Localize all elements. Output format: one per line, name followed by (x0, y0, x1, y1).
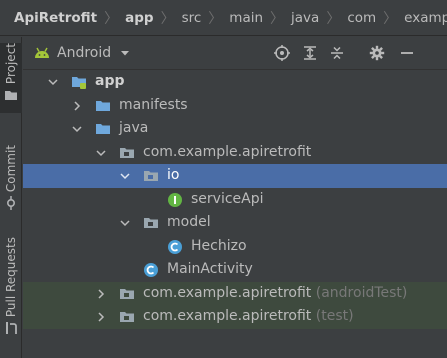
hide-icon[interactable] (399, 45, 415, 61)
tree-node-app[interactable]: app (23, 70, 447, 94)
package-icon (120, 147, 134, 158)
breadcrumb-item-app[interactable]: app (125, 10, 153, 26)
source-set-suffix: (test) (315, 308, 354, 324)
package-icon (120, 288, 134, 299)
package-name: com.example.apiretrofit (143, 284, 312, 301)
folder-icon (96, 124, 110, 134)
chevron-down-icon[interactable] (119, 217, 131, 229)
breadcrumb-separator: 〉 (383, 10, 398, 27)
tab-commit-label: Commit (4, 145, 18, 193)
class-icon (144, 263, 158, 277)
breadcrumb-separator: 〉 (270, 10, 285, 27)
chevron-down-icon[interactable] (71, 123, 83, 135)
package-icon (120, 312, 134, 322)
pull-request-icon (6, 322, 17, 335)
tab-project[interactable]: Project (0, 43, 22, 113)
tree-node-label: com.example.apiretrofit (143, 143, 312, 160)
tree-node-package-main[interactable]: com.example.apiretrofit (23, 141, 447, 165)
tree-node-label: java (119, 120, 149, 136)
tab-pull-requests[interactable]: Pull Requests (0, 237, 22, 349)
breadcrumb-separator: 〉 (208, 10, 223, 27)
package-name: com.example.apiretrofit (143, 308, 312, 324)
tree-node-hechizo[interactable]: Hechizo (23, 235, 447, 259)
project-toolbar: Android (23, 37, 447, 70)
tool-window-strip: Project Commit Pull Requests (0, 37, 22, 358)
commit-icon (6, 196, 16, 211)
tree-node-io[interactable]: io (23, 164, 447, 188)
tree-node-serviceapi[interactable]: serviceApi (23, 188, 447, 212)
tab-pull-requests-label: Pull Requests (4, 237, 18, 318)
project-panel: Android app manifests java com.example.a… (23, 37, 447, 358)
tree-node-label: com.example.apiretrofit (androidTest) (143, 285, 407, 301)
tree-node-package-androidtest[interactable]: com.example.apiretrofit (androidTest) (23, 281, 447, 305)
chevron-down-icon (121, 51, 130, 56)
chevron-down-icon[interactable] (119, 170, 131, 182)
module-folder-icon (72, 77, 86, 89)
source-set-suffix: (androidTest) (315, 284, 408, 301)
view-mode-dropdown[interactable]: Android (33, 45, 131, 61)
tree-node-mainactivity[interactable]: MainActivity (23, 258, 447, 282)
breadcrumb: ApiRetrofit 〉 app 〉 src 〉 main 〉 java 〉 … (0, 0, 447, 36)
ide-window: ApiRetrofit 〉 app 〉 src 〉 main 〉 java 〉 … (0, 0, 447, 358)
breadcrumb-item-main[interactable]: main (229, 10, 263, 26)
project-tree: app manifests java com.example.apiretrof… (23, 70, 447, 329)
breadcrumb-item-java[interactable]: java (291, 10, 319, 26)
tree-node-label: serviceApi (191, 190, 264, 207)
settings-gear-icon[interactable] (369, 45, 385, 61)
folder-icon (5, 91, 17, 101)
chevron-right-icon[interactable] (95, 288, 107, 300)
breadcrumb-item-com[interactable]: com (347, 10, 376, 26)
chevron-down-icon[interactable] (95, 147, 107, 159)
folder-icon (96, 100, 110, 111)
chevron-right-icon[interactable] (71, 100, 83, 112)
tree-node-label: manifests (119, 96, 188, 113)
expand-all-icon[interactable] (302, 45, 318, 61)
breadcrumb-separator: 〉 (160, 10, 175, 27)
locate-icon[interactable] (274, 45, 290, 61)
tree-node-label: Hechizo (191, 237, 247, 254)
tab-commit[interactable]: Commit (0, 145, 22, 225)
tree-node-label: MainActivity (167, 261, 253, 277)
interface-icon (168, 192, 182, 207)
breadcrumb-item-example[interactable]: example (404, 10, 447, 26)
chevron-down-icon[interactable] (47, 76, 59, 88)
tree-node-label: model (167, 214, 211, 230)
tree-node-package-test[interactable]: com.example.apiretrofit (test) (23, 305, 447, 329)
tree-node-label: io (167, 167, 180, 183)
tree-node-label: app (95, 73, 125, 89)
breadcrumb-item-src[interactable]: src (182, 10, 202, 26)
chevron-right-icon[interactable] (95, 311, 107, 323)
tree-node-model[interactable]: model (23, 211, 447, 235)
tree-node-label: com.example.apiretrofit (test) (143, 308, 354, 324)
view-mode-label: Android (57, 45, 112, 61)
collapse-all-icon[interactable] (329, 45, 345, 61)
class-icon (168, 239, 182, 254)
package-icon (144, 218, 158, 228)
breadcrumb-separator: 〉 (104, 10, 119, 27)
tab-project-label: Project (4, 43, 18, 85)
package-icon (144, 171, 158, 181)
breadcrumb-separator: 〉 (326, 10, 341, 27)
tree-node-java[interactable]: java (23, 117, 447, 141)
tree-node-manifests[interactable]: manifests (23, 94, 447, 118)
android-icon (35, 47, 49, 58)
breadcrumb-item-project[interactable]: ApiRetrofit (14, 10, 97, 26)
